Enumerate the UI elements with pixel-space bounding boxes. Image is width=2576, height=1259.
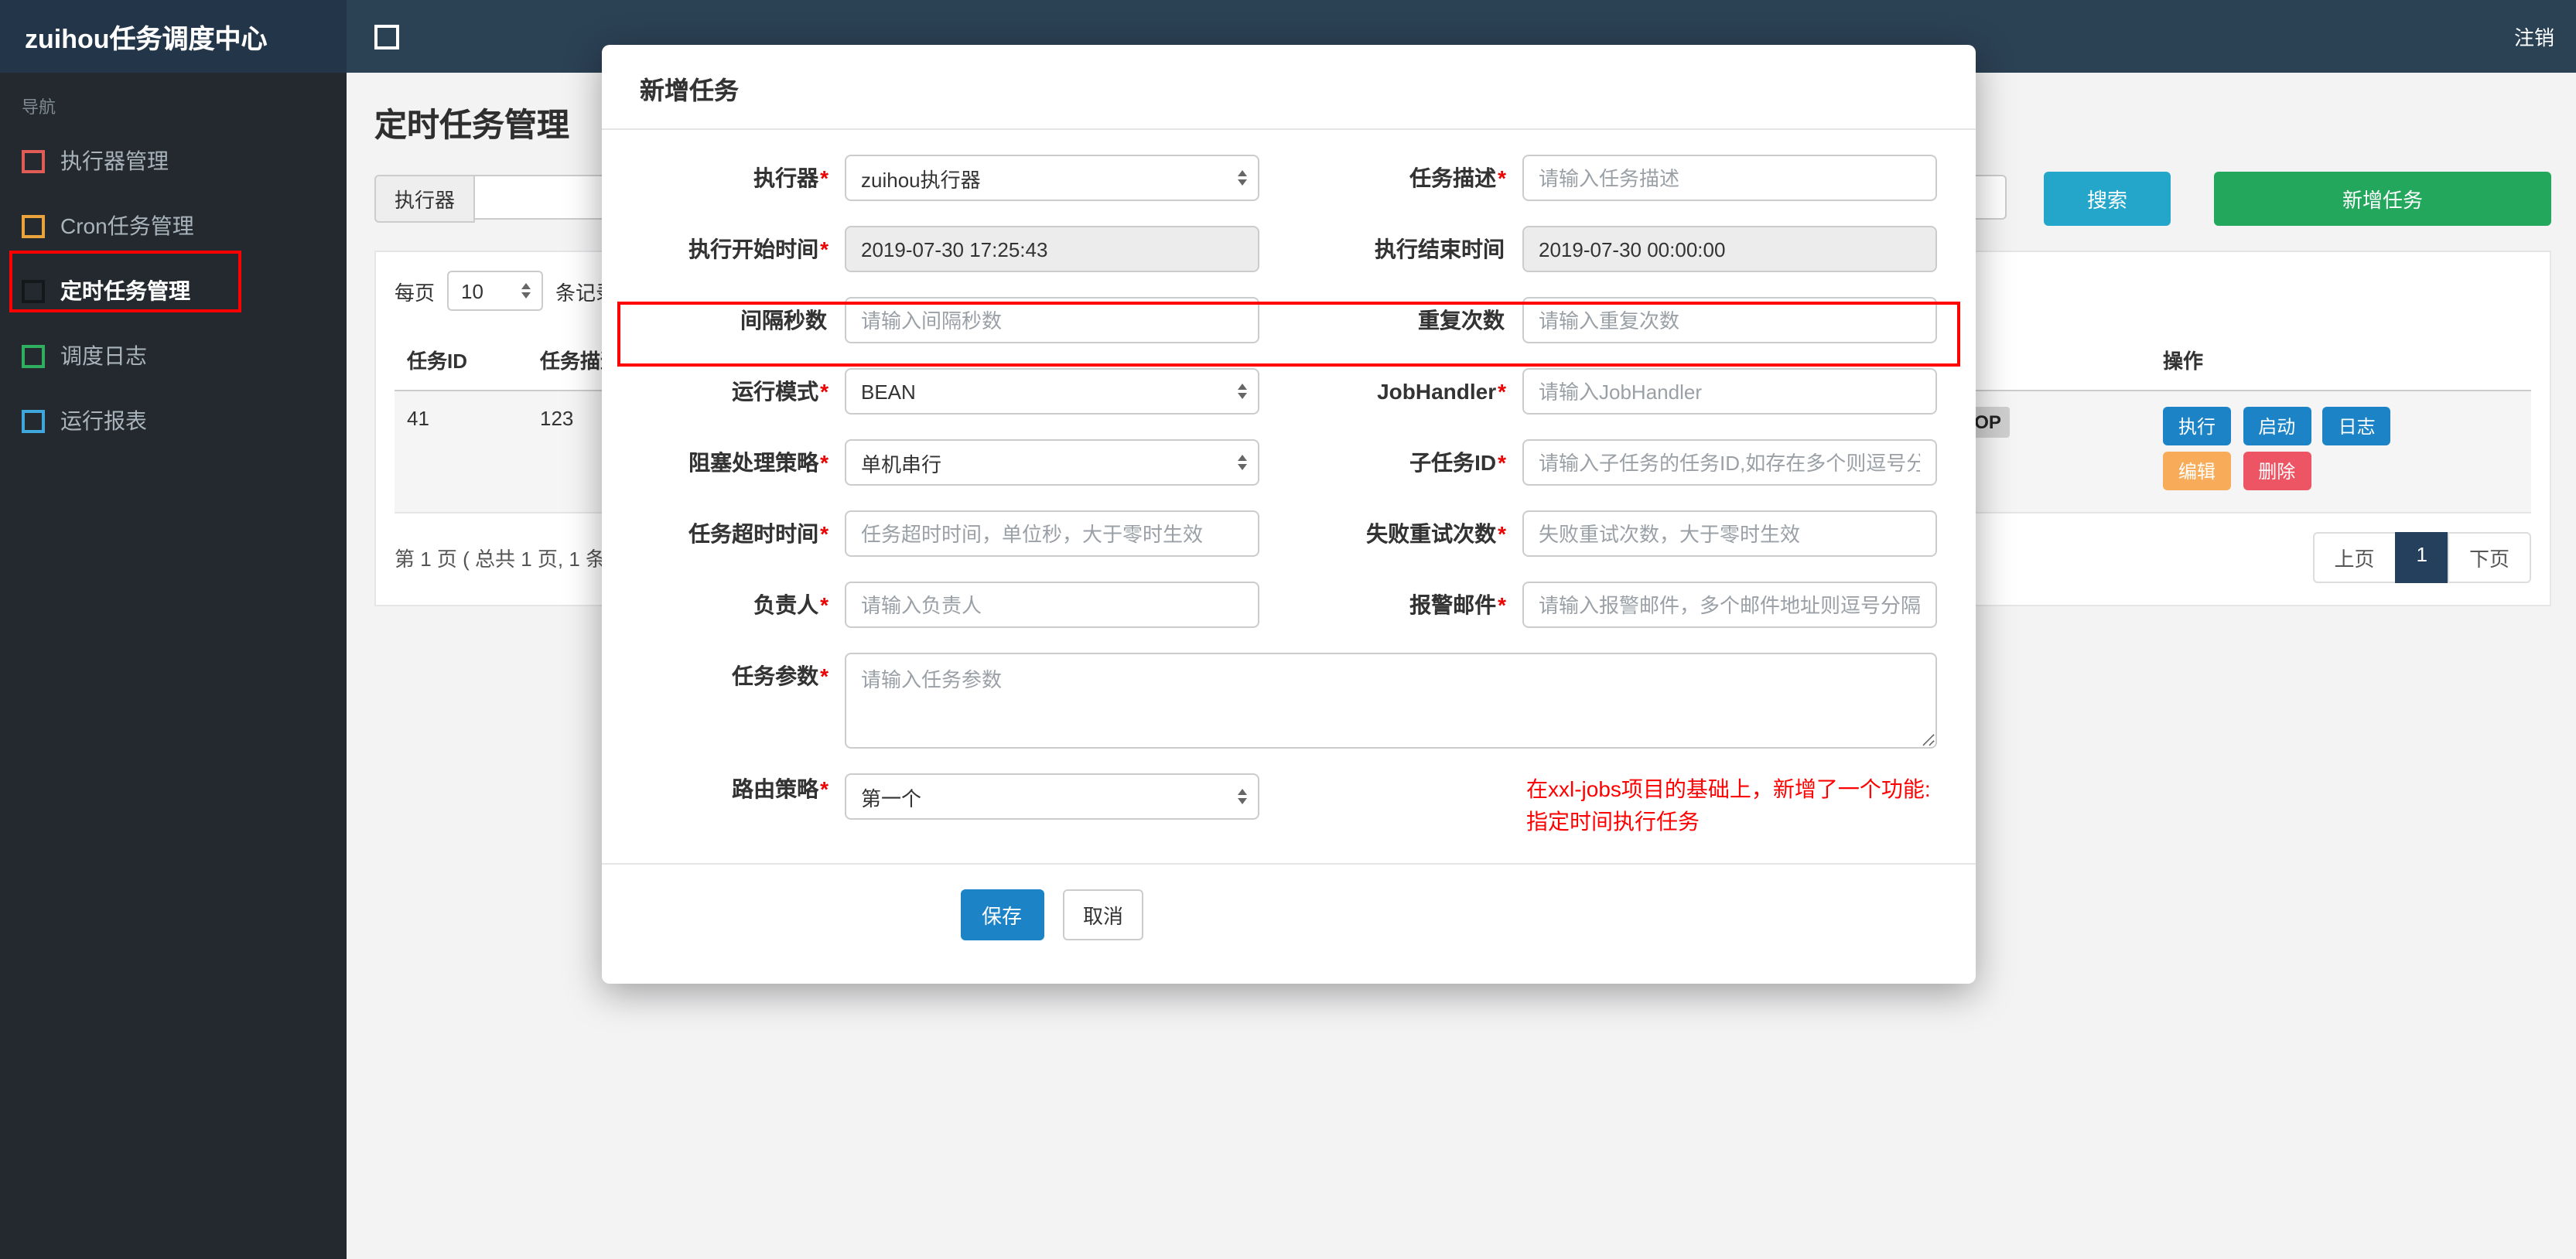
- save-button[interactable]: 保存: [960, 889, 1044, 940]
- modal-footer: 保存 取消: [601, 863, 1975, 984]
- sidebar-item-run-report[interactable]: 运行报表: [0, 388, 347, 453]
- feature-note-line2: 指定时间执行任务: [1526, 809, 1700, 834]
- form-row: 负责人* 报警邮件*: [640, 582, 1936, 628]
- square-icon: [22, 149, 45, 172]
- run-mode-select[interactable]: BEAN: [844, 368, 1259, 415]
- app-brand: zuihou任务调度中心: [0, 0, 347, 73]
- add-task-button[interactable]: 新增任务: [2214, 172, 2551, 226]
- run-mode-select-value: BEAN: [861, 380, 916, 403]
- sidebar-item-cron-task-mgmt[interactable]: Cron任务管理: [0, 193, 347, 258]
- select-arrows-icon: [1237, 455, 1246, 470]
- jobhandler-label: JobHandler *: [1377, 379, 1506, 404]
- child-task-input[interactable]: [1522, 439, 1936, 486]
- form-row: 任务超时时间* 失败重试次数*: [640, 510, 1936, 557]
- log-button[interactable]: 日志: [2322, 407, 2391, 445]
- modal-body: 执行器* zuihou执行器 任务描述* 执行开始时间* 执行结束时间 间隔秒数…: [601, 130, 1975, 863]
- cancel-button[interactable]: 取消: [1062, 889, 1143, 940]
- repeat-label: 重复次数: [1418, 308, 1505, 333]
- start-button[interactable]: 启动: [2243, 407, 2311, 445]
- end-time-input[interactable]: [1522, 226, 1936, 272]
- select-arrows-icon: [1237, 384, 1246, 399]
- search-button[interactable]: 搜索: [2044, 172, 2171, 226]
- owner-label: 负责人 *: [753, 592, 828, 617]
- square-icon: [22, 409, 45, 432]
- start-time-input[interactable]: [844, 226, 1259, 272]
- form-row: 路由策略 * 第一个 在xxl-jobs项目的基础上，新增了一个功能: 指定时间执…: [640, 773, 1936, 838]
- sidebar-item-label: 执行器管理: [60, 148, 169, 173]
- form-row: 阻塞处理策略 * 单机串行 子任务ID *: [640, 439, 1936, 486]
- sidebar-toggle-icon[interactable]: [374, 24, 399, 49]
- executor-select-value: zuihou执行器: [861, 168, 981, 191]
- task-params-textarea[interactable]: [844, 653, 1936, 749]
- header-task-id: 任务ID: [395, 329, 528, 391]
- task-desc-input[interactable]: [1522, 155, 1936, 201]
- block-strategy-select[interactable]: 单机串行: [844, 439, 1259, 486]
- select-arrows-icon: [1237, 789, 1246, 804]
- sidebar-item-label: 调度日志: [60, 343, 147, 368]
- route-strategy-select-value: 第一个: [861, 786, 922, 810]
- sidebar-item-schedule-log[interactable]: 调度日志: [0, 323, 347, 388]
- select-arrows-icon: [521, 283, 531, 299]
- retry-label: 失败重试次数 *: [1366, 521, 1506, 546]
- timeout-label: 任务超时时间 *: [688, 521, 828, 546]
- retry-input[interactable]: [1522, 510, 1936, 557]
- executor-select[interactable]: zuihou执行器: [844, 155, 1259, 201]
- prev-page-button[interactable]: 上页: [2312, 532, 2397, 583]
- cell-ops: 执行 启动 日志 编辑 删除: [2151, 391, 2531, 513]
- modal-title: 新增任务: [601, 45, 1975, 130]
- square-icon: [22, 279, 45, 302]
- timeout-input[interactable]: [844, 510, 1259, 557]
- page-1-button[interactable]: 1: [2394, 532, 2449, 583]
- jobhandler-input[interactable]: [1522, 368, 1936, 415]
- sidebar-item-label: Cron任务管理: [60, 213, 194, 238]
- per-page-select[interactable]: 10: [447, 271, 544, 311]
- per-page-value: 10: [461, 279, 483, 302]
- alarm-email-input[interactable]: [1522, 582, 1936, 628]
- start-time-label: 执行开始时间 *: [688, 237, 828, 261]
- sidebar-item-timed-task-mgmt[interactable]: 定时任务管理: [0, 258, 347, 323]
- child-task-label: 子任务ID *: [1409, 450, 1506, 475]
- form-row: 执行开始时间* 执行结束时间: [640, 226, 1936, 272]
- feature-note-line1: 在xxl-jobs项目的基础上，新增了一个功能:: [1526, 776, 1931, 801]
- task-desc-label: 任务描述 *: [1409, 165, 1506, 190]
- block-strategy-label: 阻塞处理策略 *: [688, 450, 828, 475]
- app-screen: zuihou任务调度中心 注销 导航 执行器管理 Cron任务管理 定时任务管理…: [0, 0, 2576, 1259]
- executor-label: 执行器 *: [753, 165, 828, 190]
- owner-input[interactable]: [844, 582, 1259, 628]
- form-row: 任务参数 *: [640, 653, 1936, 749]
- route-strategy-label: 路由策略 *: [732, 776, 828, 801]
- run-button[interactable]: 执行: [2163, 407, 2232, 445]
- square-icon: [22, 344, 45, 367]
- select-arrows-icon: [1237, 170, 1246, 186]
- add-task-modal: 新增任务 执行器* zuihou执行器 任务描述* 执行开始时间* 执行结束时间…: [601, 45, 1975, 984]
- feature-note: 在xxl-jobs项目的基础上，新增了一个功能: 指定时间执行任务: [1526, 773, 1931, 838]
- task-params-label: 任务参数 *: [732, 664, 828, 688]
- sidebar-item-label: 运行报表: [60, 408, 147, 433]
- pagination: 上页 1 下页: [2312, 532, 2531, 583]
- executor-filter-label: 执行器: [374, 175, 476, 223]
- run-mode-label: 运行模式 *: [732, 379, 828, 404]
- form-row: 运行模式 * BEAN JobHandler *: [640, 368, 1936, 415]
- interval-input[interactable]: [844, 297, 1259, 343]
- form-row: 间隔秒数 重复次数: [640, 297, 1936, 343]
- next-page-button[interactable]: 下页: [2447, 532, 2531, 583]
- cell-task-id: 41: [395, 391, 528, 513]
- per-page-label-before: 每页: [395, 281, 436, 304]
- interval-label: 间隔秒数: [740, 308, 827, 333]
- alarm-email-label: 报警邮件 *: [1409, 592, 1506, 617]
- header-ops: 操作: [2151, 329, 2531, 391]
- sidebar: 导航 执行器管理 Cron任务管理 定时任务管理 调度日志 运行报表: [0, 73, 347, 1259]
- delete-button[interactable]: 删除: [2243, 452, 2311, 490]
- sidebar-item-executor-mgmt[interactable]: 执行器管理: [0, 128, 347, 193]
- repeat-input[interactable]: [1522, 297, 1936, 343]
- end-time-label: 执行结束时间: [1375, 237, 1505, 261]
- logout-link[interactable]: 注销: [2514, 22, 2554, 51]
- square-icon: [22, 214, 45, 237]
- sidebar-nav-label: 导航: [22, 99, 56, 118]
- route-strategy-select[interactable]: 第一个: [844, 773, 1259, 820]
- form-row: 执行器 * zuihou执行器 任务描述 *: [640, 155, 1936, 201]
- sidebar-item-label: 定时任务管理: [60, 278, 190, 303]
- edit-button[interactable]: 编辑: [2163, 452, 2232, 490]
- block-strategy-select-value: 单机串行: [861, 452, 942, 476]
